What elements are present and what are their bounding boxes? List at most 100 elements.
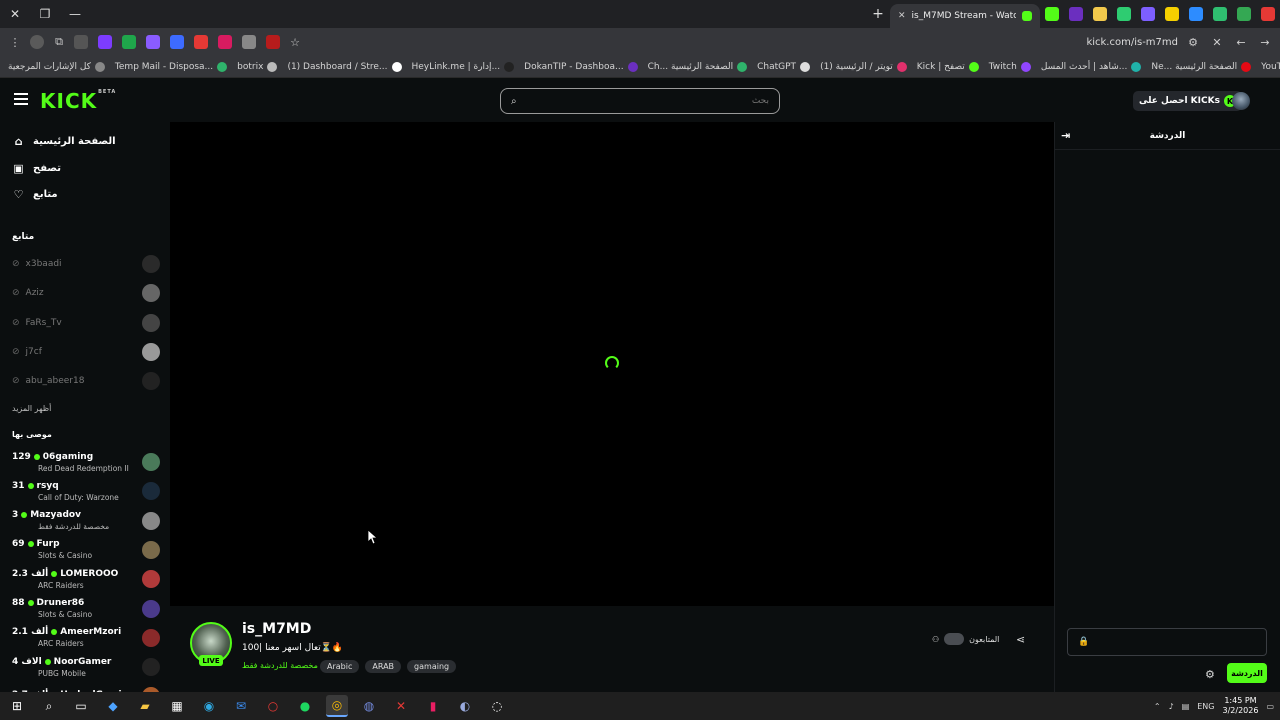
language-indicator[interactable]: ENG [1197, 702, 1214, 711]
chat-input[interactable] [1095, 637, 1256, 647]
bookmark-item[interactable]: Twitch [989, 61, 1031, 72]
stream-tag[interactable]: ARAB [365, 660, 402, 673]
spotify-icon[interactable]: ● [294, 695, 316, 717]
tab-favicon-icon[interactable] [1213, 7, 1227, 21]
bookmark-star-icon[interactable]: ☆ [286, 33, 304, 51]
bookmark-item[interactable]: شاهد | أحدث المسل... [1041, 61, 1142, 72]
search-input[interactable] [522, 96, 769, 106]
address-bar-url[interactable]: kick.com/is-m7md [1086, 37, 1178, 48]
tab-favicon-icon[interactable] [1189, 7, 1203, 21]
following-channel-item[interactable]: ⊘ j7cf [12, 341, 160, 363]
extensions-icon[interactable]: ⧉ [50, 33, 68, 51]
chat-settings-gear-icon[interactable]: ⚙ [1205, 668, 1215, 681]
menu-dots-icon[interactable]: ⋮ [6, 33, 24, 51]
volume-icon[interactable]: ♪ [1169, 702, 1174, 711]
tab-favicon-icon[interactable] [1117, 7, 1131, 21]
recommended-channel-item[interactable]: 2.3 ألف LOMEROOO ARC Raiders [12, 565, 160, 593]
edge-icon[interactable]: ◉ [198, 695, 220, 717]
bookmark-item[interactable]: ChatGPT [757, 61, 811, 72]
stream-tag[interactable]: gamaing [407, 660, 457, 673]
clock[interactable]: 1:45 PM 3/2/2026 [1223, 696, 1259, 716]
bookmark-item[interactable]: Kick | تصفح [917, 61, 979, 72]
extension-icon[interactable] [122, 35, 136, 49]
site-settings-icon[interactable]: ⚙ [1184, 33, 1202, 51]
bookmark-item[interactable]: Temp Mail - Disposa... [115, 61, 228, 72]
file-explorer-icon[interactable]: ▰ [134, 695, 156, 717]
stop-icon[interactable]: ✕ [1208, 33, 1226, 51]
extension-icon[interactable] [170, 35, 184, 49]
share-icon[interactable]: ⋖ [1016, 633, 1025, 646]
copilot-icon[interactable]: ◆ [102, 695, 124, 717]
collapse-chat-icon[interactable]: ⇥ [1061, 129, 1070, 142]
tab-favicon-icon[interactable] [1261, 7, 1275, 21]
sidebar-nav-item[interactable]: ♡ متابع [12, 188, 58, 201]
close-window-icon[interactable]: ✕ [0, 0, 30, 28]
chrome-icon[interactable]: ◎ [326, 695, 348, 717]
tray-chevron-icon[interactable]: ⌃ [1154, 702, 1161, 711]
bookmark-item[interactable]: HeyLink.me | إدارة... [412, 61, 515, 72]
stream-tag[interactable]: Arabic [320, 660, 360, 673]
profile-icon[interactable] [30, 35, 44, 49]
sidebar-nav-item[interactable]: ▣ تصفح [12, 162, 61, 175]
app-pink-icon[interactable]: ▮ [422, 695, 444, 717]
recommended-channel-item[interactable]: 69 Furp Slots & Casino [12, 536, 160, 564]
sidebar-nav-item[interactable]: ⌂ الصفحة الرئيسية [12, 135, 116, 148]
bookmark-item[interactable]: botrix [237, 61, 278, 72]
user-avatar[interactable] [1232, 92, 1250, 110]
following-channel-item[interactable]: ⊘ abu_abeer18 [12, 370, 160, 392]
windows-start-icon[interactable]: ⊞ [6, 695, 28, 717]
video-player[interactable] [170, 122, 1054, 606]
get-kicks-button[interactable]: احصل على KICKs K [1133, 91, 1242, 111]
forward-icon[interactable]: → [1256, 33, 1274, 51]
tab-favicon-icon[interactable] [1045, 7, 1059, 21]
recommended-channel-item[interactable]: 4 الاف NoorGamer PUBG Mobile [12, 653, 160, 681]
bookmark-item[interactable]: كل الإشارات المرجعية [8, 61, 105, 72]
obs-icon[interactable]: ◌ [486, 695, 508, 717]
recommended-channel-item[interactable]: 3 Mazyadov مخصصة للدردشة فقط [12, 507, 160, 535]
chat-send-button[interactable]: الدردشة [1227, 663, 1267, 683]
bookmark-item[interactable]: YouTube [1261, 62, 1280, 72]
bookmark-item[interactable]: Ne... الصفحة الرئيسية [1151, 61, 1252, 72]
recommended-channel-item[interactable]: 31 rsyq Call of Duty: Warzone [12, 477, 160, 505]
store-icon[interactable]: ▦ [166, 695, 188, 717]
steam-icon[interactable]: ◐ [454, 695, 476, 717]
recommended-channel-item[interactable]: 2.1 ألف AmeerMzori ARC Raiders [12, 624, 160, 652]
tab-favicon-icon[interactable] [1237, 7, 1251, 21]
following-channel-item[interactable]: ⊘ Aziz [12, 282, 160, 304]
bookmark-item[interactable]: (1) تويتر / الرئيسية [820, 61, 907, 72]
bookmark-item[interactable]: Ch... الصفحة الرئيسية [648, 61, 748, 72]
hamburger-menu-icon[interactable] [14, 93, 28, 105]
toggle-switch[interactable] [944, 633, 965, 645]
tab-favicon-icon[interactable] [1069, 7, 1083, 21]
followers-toggle[interactable]: ⚇ المتابعون [932, 633, 999, 645]
network-icon[interactable]: ▤ [1182, 702, 1190, 711]
active-tab[interactable]: ✕ is_M7MD Stream - Watch Live [890, 4, 1040, 28]
minimize-window-icon[interactable]: — [60, 0, 90, 28]
app-x-icon[interactable]: ✕ [390, 695, 412, 717]
extension-icon[interactable] [194, 35, 208, 49]
notifications-icon[interactable]: ▭ [1266, 702, 1274, 711]
extension-icon[interactable] [218, 35, 232, 49]
stream-category[interactable]: مخصصة للدردشة فقط [242, 661, 318, 670]
show-more-link[interactable]: أظهر المزيد [12, 404, 51, 413]
recommended-channel-item[interactable]: 88 Druner86 Slots & Casino [12, 595, 160, 623]
bookmark-item[interactable]: DokanTIP - Dashboa... [524, 61, 638, 72]
extension-icon[interactable] [242, 35, 256, 49]
following-channel-item[interactable]: ⊘ FaRs_Tv [12, 312, 160, 334]
discord-icon[interactable]: ◍ [358, 695, 380, 717]
extension-icon[interactable] [98, 35, 112, 49]
new-tab-button[interactable]: + [866, 6, 890, 22]
task-view-icon[interactable]: ▭ [70, 695, 92, 717]
extension-icon[interactable] [74, 35, 88, 49]
search-box[interactable]: ⌕ [500, 88, 780, 114]
recommended-channel-item[interactable]: 129 06gaming Red Dead Redemption II [12, 448, 160, 476]
tab-favicon-icon[interactable] [1165, 7, 1179, 21]
opera-icon[interactable]: ○ [262, 695, 284, 717]
tab-favicon-icon[interactable] [1093, 7, 1107, 21]
streamer-name[interactable]: is_M7MD [242, 621, 311, 637]
tab-favicon-icon[interactable] [1141, 7, 1155, 21]
kick-logo[interactable]: KICKBETA [40, 89, 116, 113]
restore-window-icon[interactable]: ❐ [30, 0, 60, 28]
back-icon[interactable]: ← [1232, 33, 1250, 51]
search-taskbar-icon[interactable]: ⌕ [38, 695, 60, 717]
